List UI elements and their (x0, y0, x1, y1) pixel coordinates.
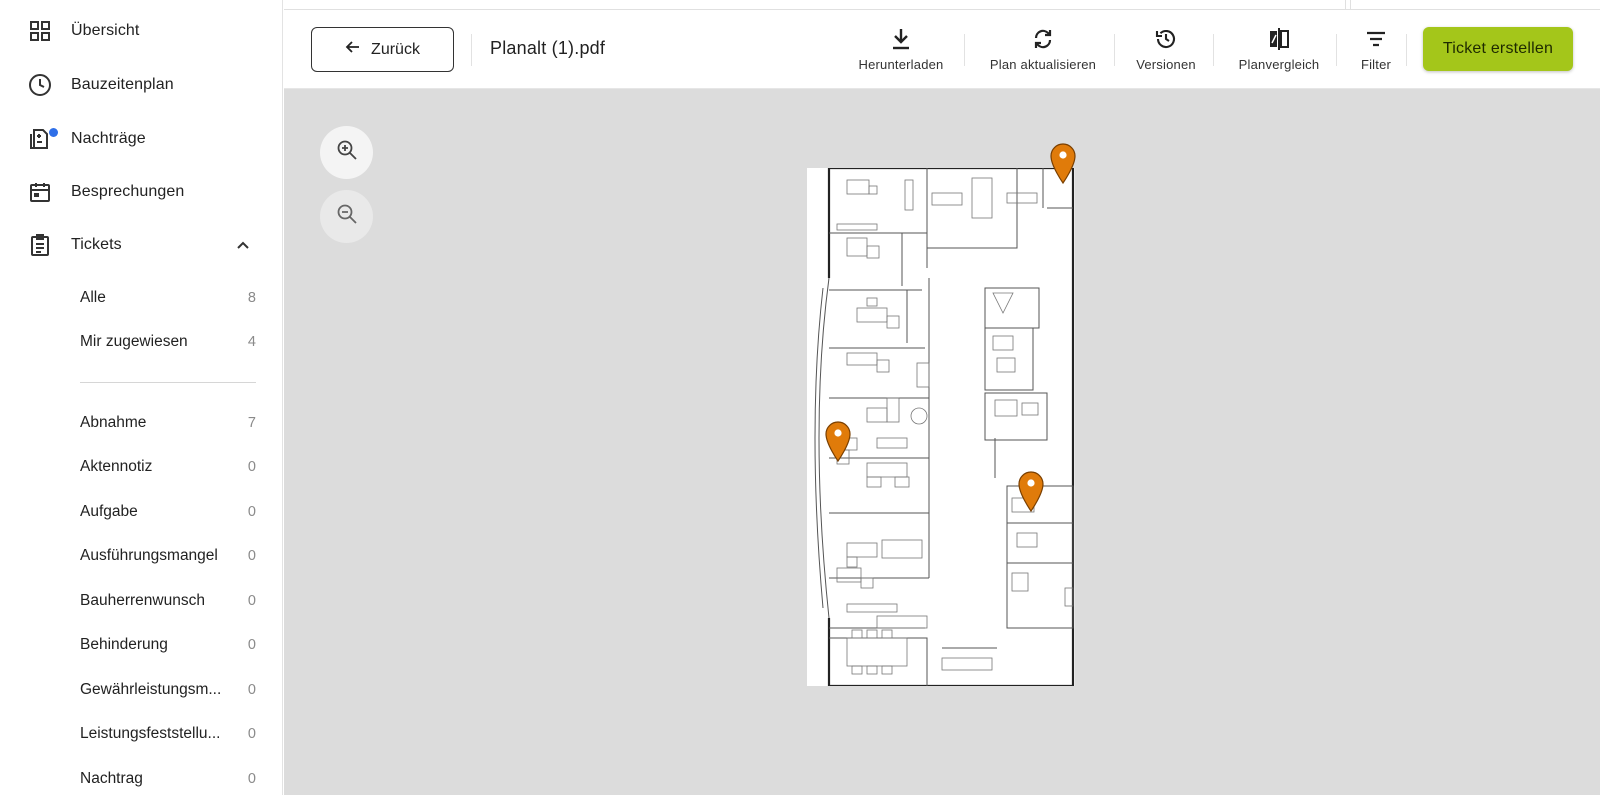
map-pin-icon (825, 421, 851, 463)
ticket-type-ausfuehrungsmangel[interactable]: Ausführungsmangel 0 (80, 540, 256, 572)
ticket-type-bauherrenwunsch[interactable]: Bauherrenwunsch 0 (80, 585, 256, 617)
ticket-type-label: Behinderung (80, 636, 168, 653)
ticket-type-label: Abnahme (80, 414, 147, 431)
ticket-filter-count: 8 (247, 290, 256, 306)
back-button-label: Zurück (371, 40, 420, 58)
ticket-type-label: Gewährleistungsm... (80, 681, 222, 698)
nav-item-besprechungen[interactable]: Besprechungen (0, 172, 282, 212)
nav-item-bauzeitenplan[interactable]: Bauzeitenplan (0, 65, 282, 105)
ticket-type-nachtrag[interactable]: Nachtrag 0 (80, 763, 256, 795)
top-strip-divider (1345, 0, 1346, 10)
zoom-in-icon (336, 139, 358, 166)
ticket-type-label: Aktennotiz (80, 458, 153, 475)
zoom-out-button[interactable] (320, 190, 373, 243)
notification-badge (49, 128, 58, 137)
nav-item-label: Bauzeitenplan (71, 76, 174, 93)
ticket-pin[interactable] (1049, 142, 1077, 185)
map-pin-icon (1050, 143, 1076, 185)
ticket-filter-alle[interactable]: Alle 8 (80, 282, 256, 314)
clipboard-list-icon (27, 232, 53, 258)
arrow-left-icon (345, 39, 361, 60)
nav-item-label: Nachträge (71, 130, 146, 147)
ticket-type-count: 0 (247, 459, 256, 475)
top-strip-divider (1350, 0, 1351, 10)
document-title: Planalt (1).pdf (490, 38, 606, 58)
toolbar-separator (1336, 34, 1337, 66)
ticket-type-label: Ausführungsmangel (80, 547, 218, 564)
toolbar-separator (1213, 34, 1214, 66)
download-button[interactable]: Herunterladen (855, 25, 947, 75)
create-ticket-label: Ticket erstellen (1442, 40, 1554, 57)
zoom-out-icon (336, 203, 358, 230)
map-pin-icon (1018, 471, 1044, 513)
ticket-type-aktennotiz[interactable]: Aktennotiz 0 (80, 451, 256, 483)
refresh-plan-button[interactable]: Plan aktualisieren (978, 25, 1108, 75)
history-icon (1153, 25, 1179, 53)
ticket-type-count: 0 (247, 548, 256, 564)
ticket-filter-label: Mir zugewiesen (80, 333, 188, 350)
toolbar-separator (964, 34, 965, 66)
ticket-type-label: Aufgabe (80, 503, 138, 520)
back-button[interactable]: Zurück (311, 27, 454, 72)
download-label: Herunterladen (858, 57, 944, 72)
ticket-type-count: 0 (247, 637, 256, 653)
top-strip (284, 0, 1600, 10)
toolbar-separator (1406, 34, 1407, 66)
ticket-type-label: Leistungsfeststellu... (80, 725, 221, 742)
versions-label: Versionen (1136, 57, 1196, 72)
zoom-in-button[interactable] (320, 126, 373, 179)
ticket-type-count: 0 (247, 771, 256, 787)
nav-item-label: Übersicht (71, 22, 140, 39)
ticket-type-count: 0 (247, 504, 256, 520)
calendar-icon (27, 179, 53, 205)
ticket-type-count: 0 (247, 593, 256, 609)
toolbar-separator (1114, 34, 1115, 66)
toolbar-separator (471, 34, 472, 66)
ticket-filter-label: Alle (80, 289, 106, 306)
ticket-pin[interactable] (824, 420, 852, 463)
dashboard-grid-icon (27, 18, 53, 44)
ticket-type-abnahme[interactable]: Abnahme 7 (80, 407, 256, 439)
ticket-type-label: Bauherrenwunsch (80, 592, 205, 609)
ticket-type-leistungsfeststellung[interactable]: Leistungsfeststellu... 0 (80, 718, 256, 750)
sidebar-divider (80, 382, 256, 383)
ticket-type-label: Nachtrag (80, 770, 143, 787)
nav-item-label: Besprechungen (71, 183, 185, 200)
ticket-type-aufgabe[interactable]: Aufgabe 0 (80, 496, 256, 528)
download-icon (888, 25, 914, 53)
document-toolbar: Zurück Planalt (1).pdf Herunterladen Pla… (284, 10, 1600, 89)
ticket-pin[interactable] (1017, 470, 1045, 513)
ticket-filter-count: 4 (247, 334, 256, 350)
clock-icon (27, 72, 53, 98)
create-ticket-button[interactable]: Ticket erstellen (1423, 27, 1573, 71)
filter-button[interactable]: Filter (1350, 25, 1402, 75)
compare-icon (1266, 25, 1292, 53)
ticket-type-gewaehrleistungsmangel[interactable]: Gewährleistungsm... 0 (80, 674, 256, 706)
ticket-type-count: 7 (247, 415, 256, 431)
filter-icon (1363, 25, 1389, 53)
ticket-type-behinderung[interactable]: Behinderung 0 (80, 629, 256, 661)
filter-label: Filter (1360, 57, 1392, 72)
ticket-type-count: 0 (247, 726, 256, 742)
ticket-type-count: 0 (247, 682, 256, 698)
compare-plan-button[interactable]: Planvergleich (1227, 25, 1331, 75)
compare-plan-label: Planvergleich (1238, 57, 1320, 72)
nav-item-nachtraege[interactable]: Nachträge (0, 119, 282, 159)
versions-button[interactable]: Versionen (1128, 25, 1204, 75)
nav-item-tickets[interactable]: Tickets (0, 225, 282, 265)
nav-item-uebersicht[interactable]: Übersicht (0, 11, 282, 51)
chevron-up-icon[interactable] (232, 234, 254, 256)
refresh-plan-label: Plan aktualisieren (989, 57, 1097, 72)
nav-item-label: Tickets (71, 236, 122, 253)
ticket-filter-mir-zugewiesen[interactable]: Mir zugewiesen 4 (80, 326, 256, 358)
sidebar: Übersicht Bauzeitenplan Nachträge Bespre… (0, 0, 283, 795)
refresh-icon (1030, 25, 1056, 53)
